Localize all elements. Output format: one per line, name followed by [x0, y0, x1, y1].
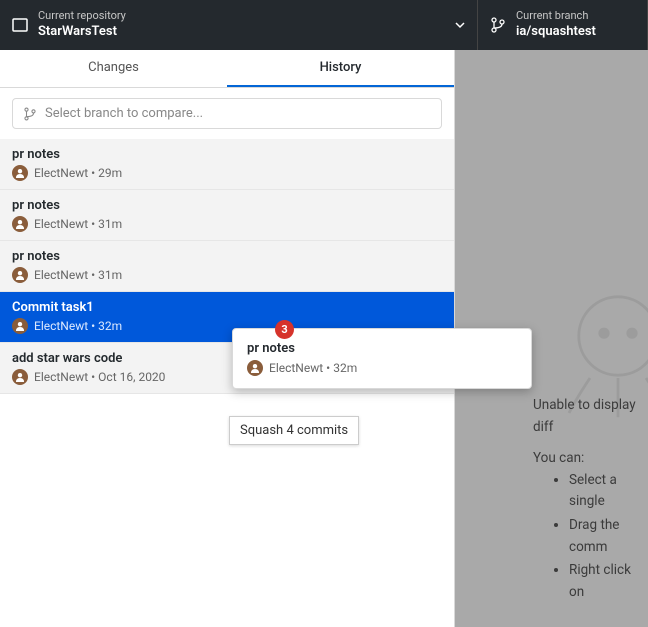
commit-title: pr notes [12, 198, 442, 213]
avatar [12, 318, 28, 334]
branch-icon [490, 17, 506, 33]
drag-count-badge: 3 [275, 320, 294, 339]
tab-history[interactable]: History [227, 50, 454, 87]
diff-options: Select a singleDrag the commRight click … [533, 470, 648, 604]
drag-title: pr notes [247, 341, 517, 356]
commit-title: pr notes [12, 147, 442, 162]
commit-item[interactable]: pr notes ElectNewt • 31m [0, 241, 454, 292]
diff-heading: Unable to display diff [533, 395, 648, 438]
commit-meta: ElectNewt • 31m [12, 216, 442, 232]
diff-youcan: You can: [533, 448, 648, 470]
repo-selector[interactable]: Current repository StarWarsTest [0, 0, 478, 50]
drag-preview[interactable]: 3 pr notes ElectNewt • 32m [232, 328, 532, 389]
squash-tooltip: Squash 4 commits [229, 416, 359, 445]
commit-title: Commit task1 [12, 300, 442, 315]
commit-item[interactable]: pr notes ElectNewt • 29m [0, 139, 454, 190]
avatar [12, 216, 28, 232]
compare-placeholder: Select branch to compare... [45, 106, 203, 121]
compare-branch-selector[interactable]: Select branch to compare... [12, 98, 442, 129]
avatar [12, 267, 28, 283]
diff-option: Right click on [569, 560, 648, 603]
commit-meta: ElectNewt • 29m [12, 165, 442, 181]
left-panel: Changes History Select branch to compare… [0, 50, 455, 627]
chevron-down-icon [455, 20, 465, 30]
commit-item[interactable]: pr notes ElectNewt • 31m [0, 190, 454, 241]
avatar [247, 360, 263, 376]
avatar [12, 165, 28, 181]
branch-label: Current branch [516, 9, 596, 23]
commit-title: pr notes [12, 249, 442, 264]
branch-name: ia/squashtest [516, 24, 596, 41]
diff-option: Drag the comm [569, 515, 648, 558]
repo-icon [12, 17, 28, 33]
commit-meta: ElectNewt • 31m [12, 267, 442, 283]
drag-meta: ElectNewt • 32m [247, 360, 517, 376]
tab-changes[interactable]: Changes [0, 50, 227, 87]
branch-compare-icon [23, 107, 37, 121]
diff-option: Select a single [569, 470, 648, 513]
avatar [12, 369, 28, 385]
repo-label: Current repository [38, 9, 126, 23]
branch-selector[interactable]: Current branch ia/squashtest [478, 0, 648, 50]
repo-name: StarWarsTest [38, 24, 126, 41]
